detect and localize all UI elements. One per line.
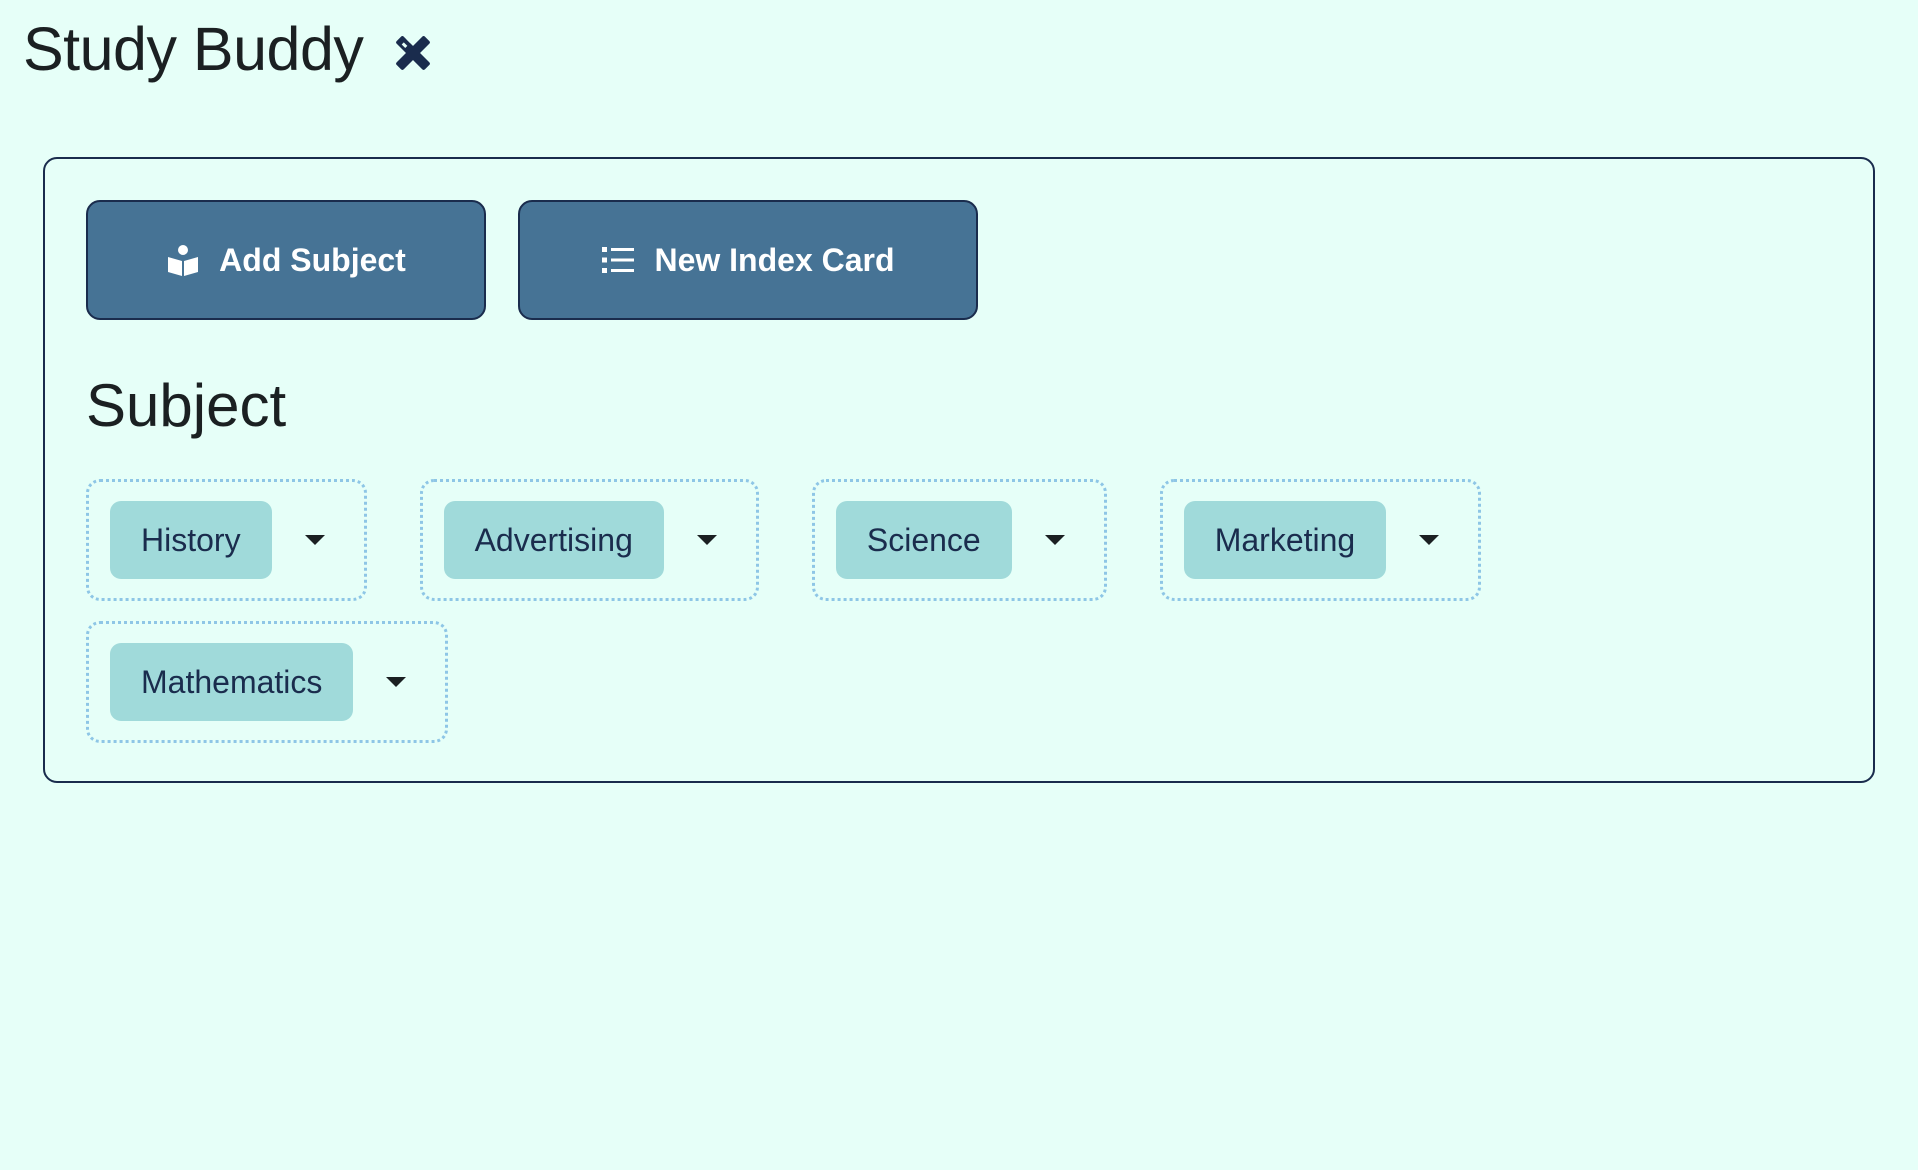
caret-down-icon[interactable] [1419,535,1440,545]
caret-down-icon[interactable] [1044,535,1065,545]
subject-row: Mathematics [86,621,1586,743]
book-reader-icon [166,243,200,277]
caret-down-icon[interactable] [696,535,717,545]
subject-item-mathematics: Mathematics [86,621,449,743]
subject-item-science: Science [811,479,1107,601]
subject-chip[interactable]: Advertising [443,501,664,579]
subject-item-history: History [86,479,367,601]
subject-chip[interactable]: History [110,501,272,579]
subjects-panel: Add Subject New Index Card Subject Histo… [43,157,1875,783]
app-title: Study Buddy [23,15,364,83]
subject-list: History Advertising Science Marketing Ma… [86,479,1586,763]
new-index-card-label: New Index Card [654,241,895,278]
caret-down-icon[interactable] [386,677,407,687]
app-header: Study Buddy [23,14,435,84]
add-subject-label: Add Subject [219,241,406,278]
subject-chip[interactable]: Mathematics [110,643,354,721]
subject-item-advertising: Advertising [419,479,759,601]
subject-row: History Advertising Science Marketing [86,479,1586,601]
subject-item-marketing: Marketing [1159,479,1482,601]
caret-down-icon[interactable] [304,535,325,545]
add-subject-button[interactable]: Add Subject [86,200,486,320]
subject-heading: Subject [86,372,287,439]
subject-chip[interactable]: Science [835,501,1012,579]
subject-chip[interactable]: Marketing [1183,501,1387,579]
pencil-ruler-icon [391,31,435,75]
new-index-card-button[interactable]: New Index Card [518,200,978,320]
list-icon [601,243,635,277]
toolbar: Add Subject New Index Card [86,200,978,320]
